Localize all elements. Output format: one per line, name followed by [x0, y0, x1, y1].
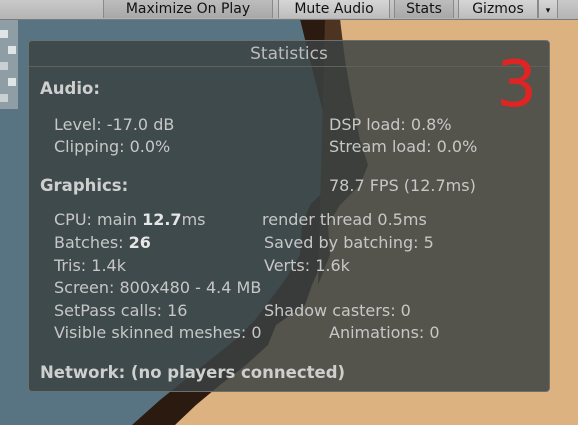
stats-button[interactable]: Stats [394, 0, 454, 18]
game-view-toolbar: Maximize On Play Mute Audio Stats Gizmos… [0, 0, 578, 20]
graphics-heading: Graphics: [40, 176, 129, 195]
gizmos-dropdown-button[interactable]: ▾ [538, 0, 558, 18]
chevron-down-icon: ▾ [545, 6, 551, 16]
cpu-unit: ms [181, 210, 206, 229]
audio-stream-load: Stream load: 0.0% [329, 137, 478, 156]
graphics-saved-by-batching: Saved by batching: 5 [264, 233, 434, 252]
graphics-render-thread: render thread 0.5ms [262, 210, 427, 229]
graphics-batches: Batches: 26 [54, 233, 151, 252]
graphics-tris: Tris: 1.4k [54, 256, 126, 275]
maximize-on-play-button[interactable]: Maximize On Play [103, 0, 273, 18]
graphics-visible-skinned-meshes: Visible skinned meshes: 0 [54, 323, 262, 342]
graphics-verts: Verts: 1.6k [264, 256, 350, 275]
statistics-panel: Statistics 3 Audio: Level: -17.0 dB Clip… [28, 40, 550, 392]
batches-label: Batches: [54, 233, 129, 252]
graphics-setpass-calls: SetPass calls: 16 [54, 301, 188, 320]
graphics-fps: 78.7 FPS (12.7ms) [329, 176, 476, 195]
audio-dsp-load: DSP load: 0.8% [329, 115, 452, 134]
annotation-number: 3 [496, 48, 537, 122]
audio-heading: Audio: [40, 79, 100, 98]
batches-value: 26 [128, 233, 151, 252]
graphics-animations: Animations: 0 [329, 323, 440, 342]
audio-level: Level: -17.0 dB [54, 115, 175, 134]
graphics-screen: Screen: 800x480 - 4.4 MB [54, 278, 262, 297]
graphics-cpu-main: CPU: main 12.7ms [54, 210, 205, 229]
network-status: Network: (no players connected) [40, 363, 346, 382]
statistics-title: Statistics [250, 44, 328, 64]
statistics-header: Statistics [29, 41, 549, 67]
audio-clipping: Clipping: 0.0% [54, 137, 171, 156]
mute-audio-button[interactable]: Mute Audio [278, 0, 390, 18]
gizmos-button[interactable]: Gizmos [458, 0, 538, 18]
cpu-label: CPU: main [54, 210, 143, 229]
graphics-shadow-casters: Shadow casters: 0 [264, 301, 411, 320]
cpu-main-value: 12.7 [142, 210, 182, 229]
